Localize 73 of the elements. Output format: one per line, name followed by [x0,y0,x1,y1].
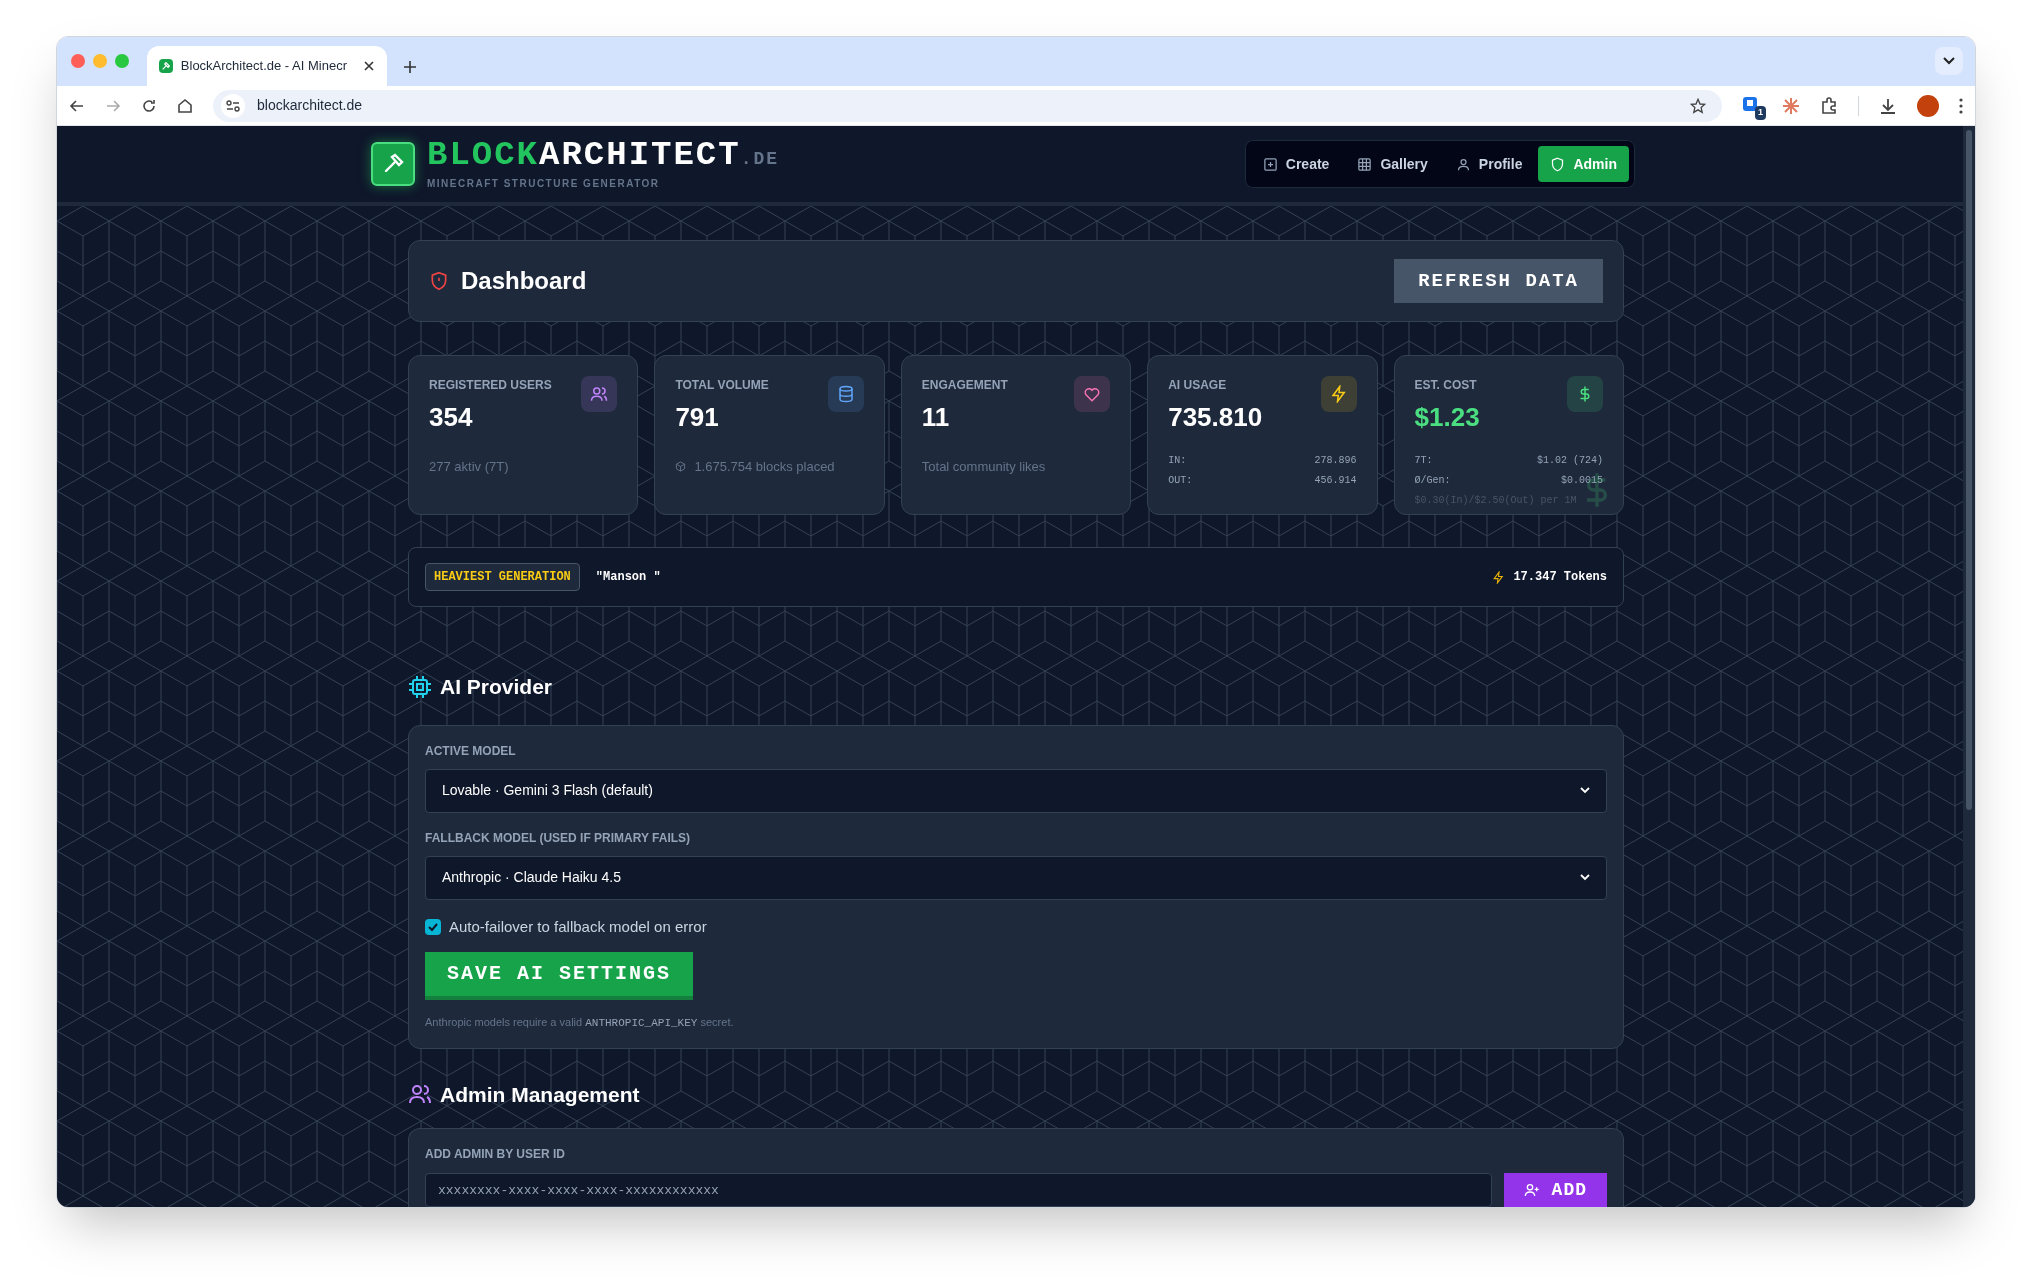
home-icon[interactable] [177,97,193,114]
stat-value: 354 [429,401,474,434]
bookmark-star-icon[interactable] [1690,97,1706,114]
close-tab-icon[interactable] [363,60,375,72]
api-key-note: Anthropic models require a valid ANTHROPIC_API_KEY secret. [425,1015,735,1031]
breakdown-value: 278.896 [1314,454,1357,468]
stat-label: AI USAGE [1168,377,1228,394]
site-settings-icon[interactable] [221,93,245,118]
nav-tab[interactable]: Gallery [1345,146,1440,182]
field-label: ADD ADMIN BY USER ID [425,1146,566,1163]
breakdown-label: OUT: [1168,474,1193,488]
hammer-logo-icon[interactable] [371,142,415,186]
browser-tab[interactable]: BlockArchitect.de - AI Minecr [147,46,387,86]
stat-note: Total community likes [921,458,1046,476]
stat-label: TOTAL VOLUME [675,377,769,394]
stat-value: 11 [921,401,951,434]
refresh-button[interactable]: REFRESH DATA [1394,259,1603,303]
chevron-down-icon [1580,787,1590,794]
nav-tab[interactable]: Profile [1443,146,1535,182]
breakdown-value: $0.0015 [1560,474,1603,488]
shield-icon [1550,156,1566,172]
stat-value: 791 [675,401,720,434]
user-icon [1455,156,1471,172]
user-id-field[interactable]: xxxxxxxx-xxxx-xxxx-xxxx-xxxxxxxxxxxx [425,1173,1492,1207]
new-tab-icon[interactable] [403,60,417,74]
breakdown-label: IN: [1168,454,1187,468]
model-select[interactable]: Anthropic · Claude Haiku 4.5 [425,855,1607,900]
hammer-icon [159,59,173,73]
address-bar[interactable]: blockarchitect.de [213,89,1722,122]
stat-value: $1.23 [1414,401,1480,434]
chip-icon [408,674,432,699]
stat-label: REGISTERED USERS [429,377,552,394]
breakdown-value: 456.914 [1314,474,1357,488]
tagline: MINECRAFT STRUCTURE GENERATOR [427,176,661,191]
stat-value: 735.810 [1168,401,1263,434]
token-count: 17.347 Tokens [1513,569,1607,586]
lightning-icon [1492,570,1506,584]
asterisk-icon[interactable] [1782,96,1800,115]
profile-avatar[interactable] [1917,94,1939,117]
model-select[interactable]: Lovable · Gemini 3 Flash (default) [425,768,1607,813]
site-logo[interactable]: BLOCKARCHITECT.DE [427,137,780,172]
tab-title: BlockArchitect.de - AI Minecr [180,57,347,76]
checkbox-label: Auto-failover to fallback model on error [449,916,707,937]
breakdown-label: Ø/Gen: [1414,474,1451,488]
puzzle-icon[interactable] [1820,96,1838,115]
scrollbar[interactable] [1963,126,1975,1207]
more-menu-icon[interactable] [1959,97,1963,114]
chevron-down-icon [1580,874,1590,881]
add-admin-button[interactable]: ADD [1503,1173,1607,1207]
back-icon[interactable] [69,97,85,114]
stat-note: 1.675.754 blocks placed [694,458,835,476]
grid-icon [1357,156,1373,172]
download-icon[interactable] [1879,96,1897,115]
section-title: AI Provider [440,674,553,700]
user-plus-icon [1523,1182,1540,1198]
stat-note: 277 aktiv (7T) [429,458,509,476]
heaviest-generation-badge: HEAVIEST GENERATION [425,563,580,591]
page-title: Dashboard [461,266,587,296]
url-text: blockarchitect.de [257,96,363,115]
breakdown-label: 7T: [1414,454,1433,468]
field-label: ACTIVE MODEL [425,742,517,760]
checkbox[interactable] [425,918,441,935]
field-label: FALLBACK MODEL (USED IF PRIMARY FAILS) [425,829,692,847]
stat-label: EST. COST [1414,377,1478,394]
shield-alert-icon [429,270,449,292]
section-title: Admin Management [440,1081,640,1108]
generation-name: "Manson " [595,569,661,586]
plus-square-icon [1262,156,1278,172]
stat-label: ENGAGEMENT [921,377,1008,394]
reload-icon[interactable] [141,97,157,114]
breakdown-value: $1.02 (724) [1536,454,1603,468]
tab-list-icon[interactable] [1935,47,1963,75]
nav-tab[interactable]: Create [1250,146,1342,182]
